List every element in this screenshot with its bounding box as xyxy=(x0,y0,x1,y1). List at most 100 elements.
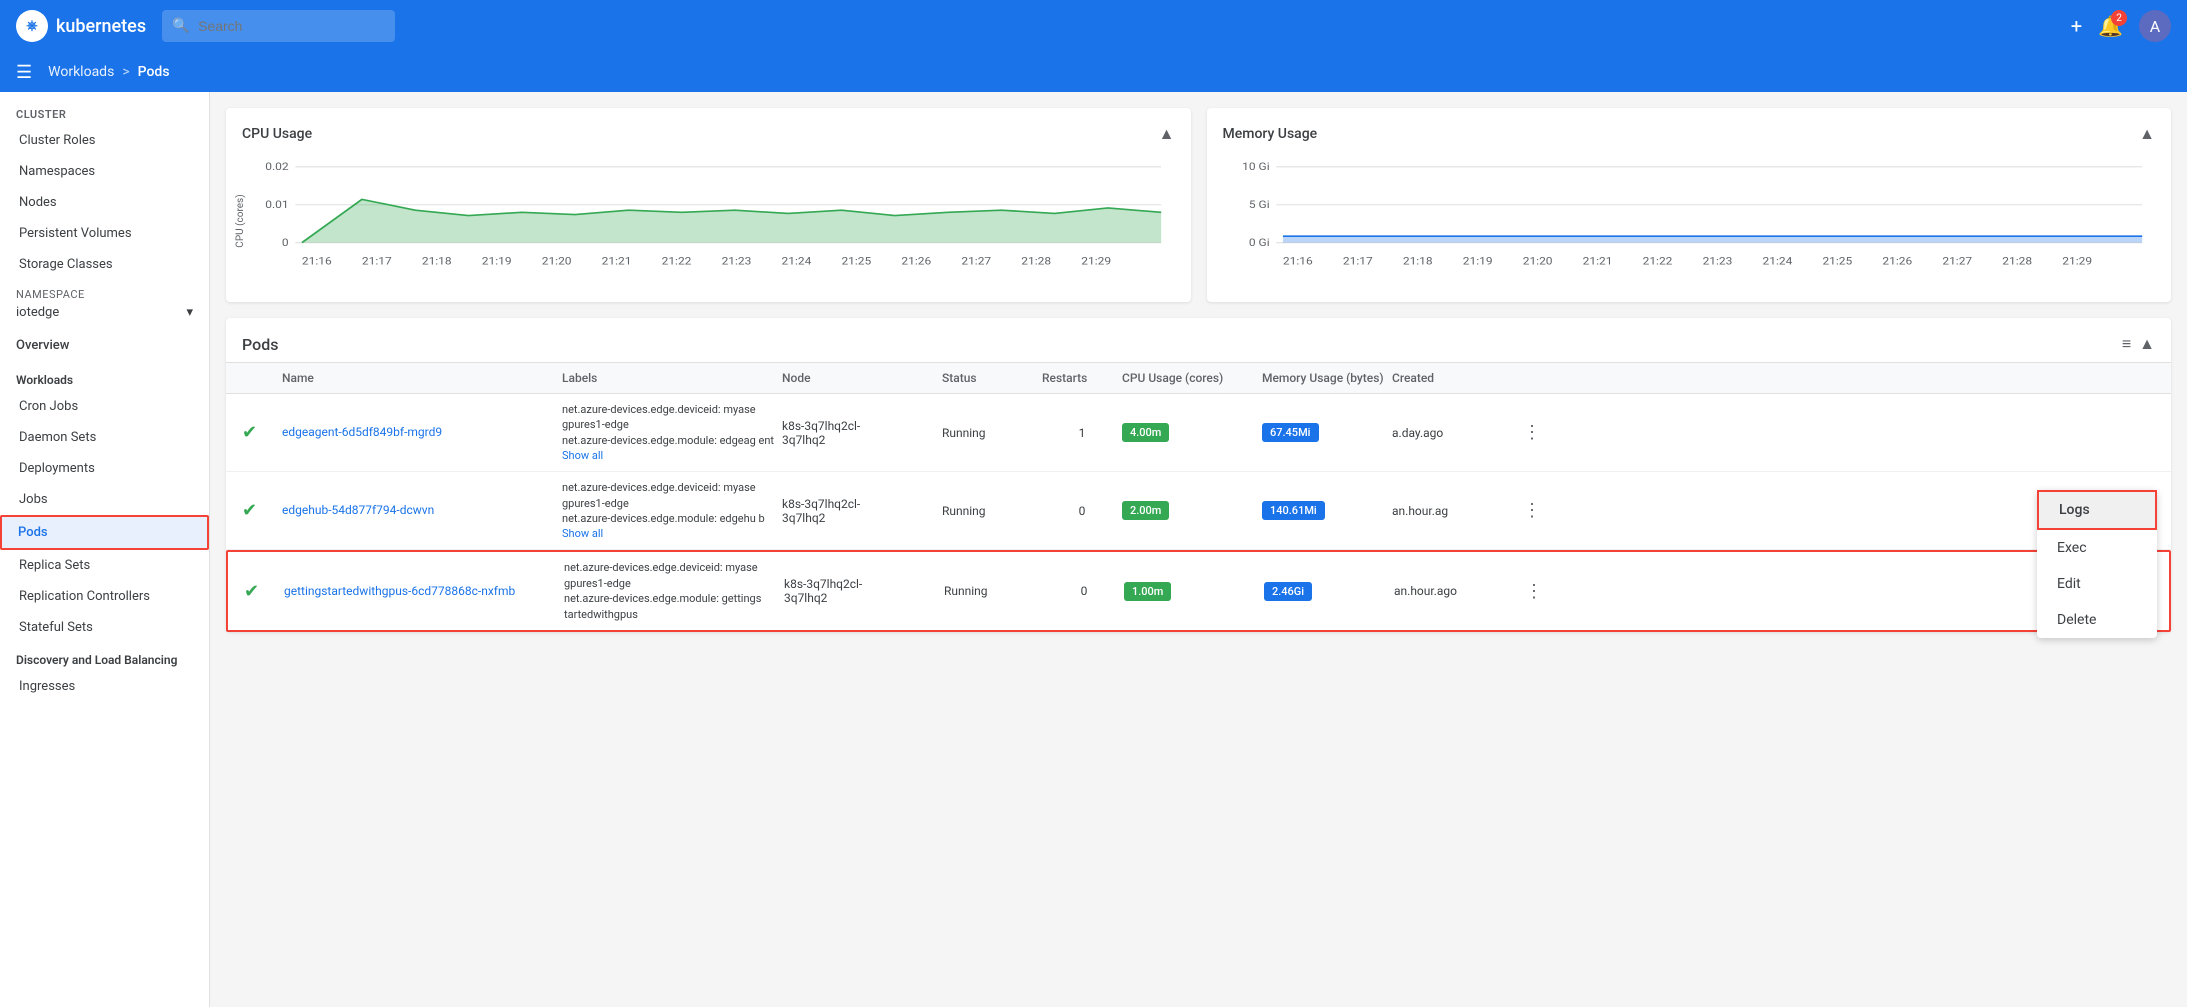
app-name: kubernetes xyxy=(56,16,146,37)
cpu-chart-area: 0.02 0.01 0 21:16 21:17 21:18 21:19 21:2… xyxy=(242,156,1175,286)
row1-status-icon: ✔ xyxy=(242,422,282,443)
cpu-chart-header: CPU Usage ▲ xyxy=(242,124,1175,144)
svg-text:0.02: 0.02 xyxy=(265,161,288,173)
th-status-col: Status xyxy=(942,371,1042,385)
row1-more-button[interactable]: ⋮ xyxy=(1512,422,1552,443)
svg-text:21:18: 21:18 xyxy=(1402,255,1432,267)
sidebar-item-daemon-sets[interactable]: Daemon Sets xyxy=(0,422,209,453)
th-labels: Labels xyxy=(562,371,782,385)
sidebar-item-pods[interactable]: Pods xyxy=(0,515,209,550)
sidebar-item-deployments[interactable]: Deployments xyxy=(0,453,209,484)
context-menu-logs[interactable]: Logs xyxy=(2037,490,2157,530)
table-row: ✔ edgehub-54d877f794-dcwvn net.azure-dev… xyxy=(226,472,2171,550)
filter-icon[interactable]: ≡ xyxy=(2122,334,2131,354)
row2-pod-link[interactable]: edgehub-54d877f794-dcwvn xyxy=(282,503,434,517)
sidebar-item-replication-controllers[interactable]: Replication Controllers xyxy=(0,581,209,612)
sidebar-item-cron-jobs[interactable]: Cron Jobs xyxy=(0,391,209,422)
cpu-y-axis-label: CPU (cores) xyxy=(235,194,246,247)
memory-chart-collapse-icon[interactable]: ▲ xyxy=(2139,124,2155,144)
th-node: Node xyxy=(782,371,942,385)
row3-more-button[interactable]: ⋮ xyxy=(1514,581,1554,602)
search-input[interactable] xyxy=(162,10,395,42)
notifications-button[interactable]: 🔔 2 xyxy=(2098,14,2123,38)
row2-more-button[interactable]: ⋮ xyxy=(1512,500,1552,521)
row1-name: edgeagent-6d5df849bf-mgrd9 xyxy=(282,425,562,440)
sidebar-item-cluster-roles[interactable]: Cluster Roles xyxy=(0,125,209,156)
svg-text:21:25: 21:25 xyxy=(841,255,871,267)
memory-chart-title: Memory Usage xyxy=(1223,126,1318,142)
nav-right: + 🔔 2 A xyxy=(2071,10,2171,42)
avatar[interactable]: A xyxy=(2139,10,2171,42)
svg-text:21:20: 21:20 xyxy=(542,255,572,267)
row3-labels: net.azure-devices.edge.deviceid: myase g… xyxy=(564,560,784,622)
sidebar-item-ingresses[interactable]: Ingresses xyxy=(0,671,209,702)
cpu-chart-title: CPU Usage xyxy=(242,126,312,142)
sidebar-item-overview[interactable]: Overview xyxy=(0,328,209,363)
row3-status: Running xyxy=(944,584,1044,598)
row3-node: k8s-3q7lhq2cl- 3q7lhq2 xyxy=(784,577,944,605)
notification-badge: 2 xyxy=(2111,10,2127,26)
row1-memory-badge: 67.45Mi xyxy=(1262,423,1319,442)
svg-text:0 Gi: 0 Gi xyxy=(1248,237,1269,249)
sidebar-item-jobs[interactable]: Jobs xyxy=(0,484,209,515)
sidebar-item-persistent-volumes[interactable]: Persistent Volumes xyxy=(0,218,209,249)
add-button[interactable]: + xyxy=(2071,14,2082,38)
table-row-highlighted: ✔ gettingstartedwithgpus-6cd778868c-nxfm… xyxy=(226,550,2171,632)
sidebar-item-namespaces[interactable]: Namespaces xyxy=(0,156,209,187)
svg-text:21:22: 21:22 xyxy=(1642,255,1672,267)
svg-text:21:29: 21:29 xyxy=(2062,255,2092,267)
row3-pod-link[interactable]: gettingstartedwithgpus-6cd778868c-nxfmb xyxy=(284,584,515,598)
th-memory: Memory Usage (bytes) xyxy=(1262,371,1392,385)
workloads-section-header: Workloads xyxy=(0,363,209,391)
row1-status: Running xyxy=(942,426,1042,440)
namespace-label: Namespace xyxy=(16,288,193,301)
context-menu-delete[interactable]: Delete xyxy=(2037,602,2157,638)
svg-text:10 Gi: 10 Gi xyxy=(1242,161,1269,173)
cpu-chart-card: CPU Usage ▲ 0.02 0.01 0 xyxy=(226,108,1191,302)
breadcrumb-workloads[interactable]: Workloads xyxy=(48,64,114,80)
sidebar-item-stateful-sets[interactable]: Stateful Sets xyxy=(0,612,209,643)
th-cpu: CPU Usage (cores) xyxy=(1122,371,1262,385)
svg-text:21:24: 21:24 xyxy=(782,255,812,267)
pods-table-title: Pods xyxy=(242,335,278,354)
sidebar-item-replica-sets[interactable]: Replica Sets xyxy=(0,550,209,581)
row2-status-icon: ✔ xyxy=(242,500,282,521)
svg-text:21:27: 21:27 xyxy=(1942,255,1972,267)
breadcrumb-bar: ☰ Workloads > Pods xyxy=(0,52,2187,92)
row1-created: a.day.ago xyxy=(1392,426,1512,440)
row1-pod-link[interactable]: edgeagent-6d5df849bf-mgrd9 xyxy=(282,425,442,439)
sidebar-item-nodes[interactable]: Nodes xyxy=(0,187,209,218)
memory-chart-header: Memory Usage ▲ xyxy=(1223,124,2156,144)
svg-text:0: 0 xyxy=(282,237,289,249)
row3-cpu-badge: 1.00m xyxy=(1124,582,1171,601)
row3-status-icon: ✔ xyxy=(244,581,284,602)
hamburger-menu-icon[interactable]: ☰ xyxy=(16,62,32,83)
context-menu-exec[interactable]: Exec xyxy=(2037,530,2157,566)
cpu-chart-collapse-icon[interactable]: ▲ xyxy=(1159,124,1175,144)
pods-card: Pods ≡ ▲ Name Labels Node Status Restart… xyxy=(226,318,2171,632)
logo-icon: ⎈ xyxy=(16,10,48,42)
row3-memory-badge: 2.46Gi xyxy=(1264,582,1312,601)
pods-collapse-icon[interactable]: ▲ xyxy=(2139,334,2155,354)
svg-text:21:17: 21:17 xyxy=(1342,255,1372,267)
svg-text:21:19: 21:19 xyxy=(482,255,512,267)
sidebar-item-storage-classes[interactable]: Storage Classes xyxy=(0,249,209,280)
row1-show-all[interactable]: Show all xyxy=(562,449,603,462)
table-row: ✔ edgeagent-6d5df849bf-mgrd9 net.azure-d… xyxy=(226,394,2171,472)
breadcrumb-separator: > xyxy=(122,64,129,80)
row2-show-all[interactable]: Show all xyxy=(562,527,603,540)
search-wrapper: 🔍 xyxy=(162,10,642,42)
memory-chart-card: Memory Usage ▲ 10 Gi 5 Gi 0 Gi 21:1 xyxy=(1207,108,2172,302)
cpu-chart-svg: 0.02 0.01 0 21:16 21:17 21:18 21:19 21:2… xyxy=(242,156,1175,286)
top-navbar: ⎈ kubernetes 🔍 + 🔔 2 A xyxy=(0,0,2187,52)
svg-text:21:24: 21:24 xyxy=(1762,255,1792,267)
svg-text:21:21: 21:21 xyxy=(602,255,632,267)
pods-header: Pods ≡ ▲ xyxy=(226,318,2171,363)
th-status xyxy=(242,371,282,385)
sidebar: Cluster Cluster Roles Namespaces Nodes P… xyxy=(0,92,210,1007)
row2-status: Running xyxy=(942,504,1042,518)
main-content: CPU Usage ▲ 0.02 0.01 0 xyxy=(210,92,2187,1007)
namespace-select[interactable]: iotedge ▾ xyxy=(16,305,193,320)
context-menu-edit[interactable]: Edit xyxy=(2037,566,2157,602)
discovery-section-header: Discovery and Load Balancing xyxy=(0,643,209,671)
